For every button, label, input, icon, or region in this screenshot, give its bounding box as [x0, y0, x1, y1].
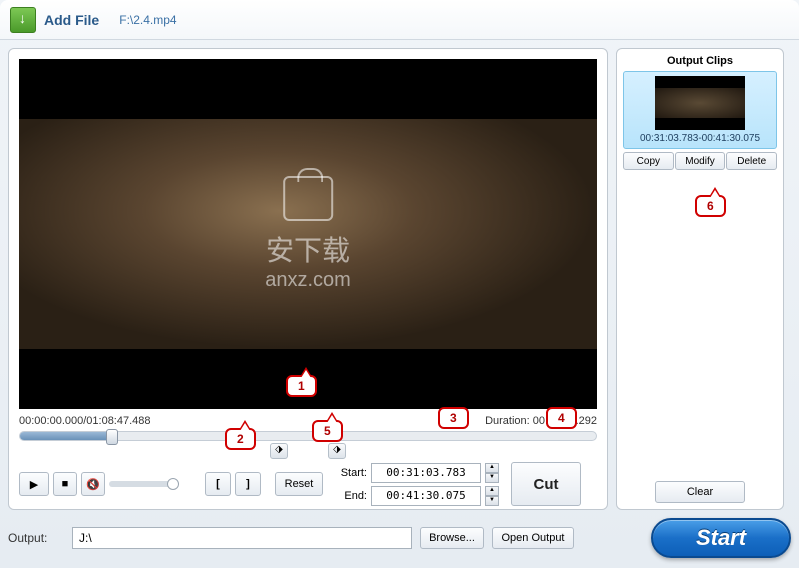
- volume-icon[interactable]: 🔇: [81, 472, 105, 496]
- clip-item[interactable]: 00:31:03.783-00:41:30.075: [623, 71, 777, 149]
- delete-button[interactable]: Delete: [726, 152, 777, 170]
- duration-label: Duration: 00:10:26.292: [485, 415, 597, 427]
- clip-thumbnail: [655, 76, 745, 130]
- seek-thumb[interactable]: [106, 429, 118, 445]
- start-spinner[interactable]: ▲▼: [485, 463, 499, 483]
- play-button[interactable]: ▶: [19, 472, 49, 496]
- player-panel: 安下载 anxz.com 00:00:00.000/01:08:47.488 D…: [8, 48, 608, 510]
- modify-button[interactable]: Modify: [675, 152, 726, 170]
- output-clips-title: Output Clips: [623, 55, 777, 67]
- copy-button[interactable]: Copy: [623, 152, 674, 170]
- end-spinner[interactable]: ▲▼: [485, 486, 499, 506]
- video-preview[interactable]: 安下载 anxz.com: [19, 59, 597, 409]
- playback-time: 00:00:00.000/01:08:47.488: [19, 415, 151, 427]
- clear-button[interactable]: Clear: [655, 481, 745, 503]
- volume-slider[interactable]: [109, 481, 179, 487]
- header-bar: Add File F:\2.4.mp4: [0, 0, 799, 40]
- clip-timerange: 00:31:03.783-00:41:30.075: [628, 133, 772, 144]
- open-output-button[interactable]: Open Output: [492, 527, 574, 549]
- annotation-2: 2: [225, 428, 256, 450]
- annotation-4: 4: [546, 407, 577, 429]
- add-file-button[interactable]: Add File: [44, 12, 99, 28]
- annotation-3: 3: [438, 407, 469, 429]
- end-label: End:: [333, 490, 367, 502]
- output-clips-panel: Output Clips 00:31:03.783-00:41:30.075 C…: [616, 48, 784, 510]
- mark-in-button[interactable]: [: [205, 472, 231, 496]
- output-path-input[interactable]: [72, 527, 412, 549]
- cut-button[interactable]: Cut: [511, 462, 581, 506]
- watermark: 安下载 anxz.com: [265, 176, 351, 292]
- range-marker-right[interactable]: ⬗: [328, 443, 346, 459]
- start-time-input[interactable]: [371, 463, 481, 483]
- seek-slider[interactable]: [19, 431, 597, 441]
- stop-button[interactable]: ■: [53, 472, 77, 496]
- range-marker-left[interactable]: ⬗: [270, 443, 288, 459]
- start-button[interactable]: Start: [651, 518, 791, 558]
- add-file-icon[interactable]: [10, 7, 36, 33]
- mark-out-button[interactable]: ]: [235, 472, 261, 496]
- start-label: Start:: [333, 467, 367, 479]
- browse-button[interactable]: Browse...: [420, 527, 484, 549]
- reset-button[interactable]: Reset: [275, 472, 323, 496]
- end-time-input[interactable]: [371, 486, 481, 506]
- annotation-6: 6: [695, 195, 726, 217]
- output-label: Output:: [8, 531, 64, 545]
- annotation-5: 5: [312, 420, 343, 442]
- file-path-label: F:\2.4.mp4: [119, 13, 176, 27]
- annotation-1: 1: [286, 375, 317, 397]
